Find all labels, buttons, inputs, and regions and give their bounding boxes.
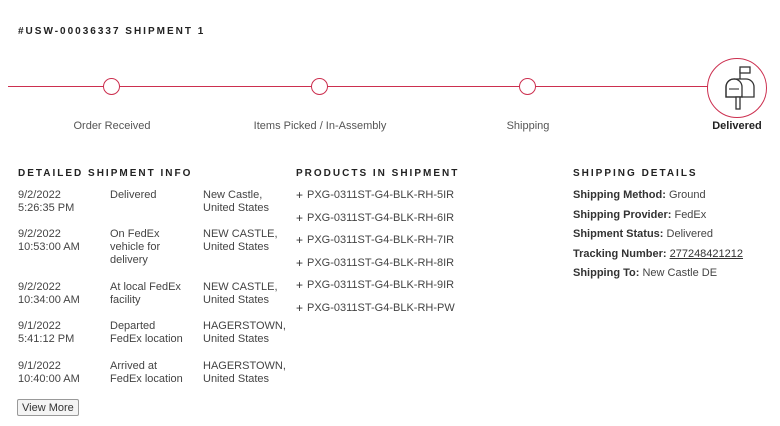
product-item[interactable]: + PXG-0311ST-G4-BLK-RH-5IR	[296, 188, 455, 212]
shipping-to-row: Shipping To: New Castle DE	[573, 267, 743, 287]
shipping-to-value: New Castle DE	[642, 267, 718, 280]
product-item[interactable]: + PXG-0311ST-G4-BLK-RH-6IR	[296, 211, 455, 235]
shipping-method-value: Ground	[668, 189, 706, 201]
event-date: 9/1/2022	[18, 360, 61, 372]
product-sku: PXG-0311ST-G4-BLK-RH-8IR	[307, 256, 455, 269]
shipment-events-list: 9/2/2022 5:26:35 PM Delivered New Castle,…	[18, 189, 293, 394]
shipping-provider-row: Shipping Provider: FedEx	[573, 209, 743, 229]
view-more-button[interactable]: View More	[17, 399, 79, 416]
shipping-method-label: Shipping Method:	[573, 189, 666, 201]
product-item[interactable]: + PXG-0311ST-G4-BLK-RH-9IR	[296, 278, 455, 302]
event-location: NEW CASTLE,	[203, 228, 278, 240]
progress-track-line	[8, 86, 760, 87]
shipment-status-value: Delivered	[666, 228, 713, 241]
event-row: 9/2/2022 5:26:35 PM Delivered New Castle,…	[18, 189, 293, 228]
event-status: Departed	[110, 320, 156, 332]
expand-plus-icon[interactable]: +	[296, 256, 307, 270]
event-status: FedEx location	[110, 373, 183, 385]
event-location: HAGERSTOWN,	[203, 360, 286, 372]
shipment-status-label: Shipment Status:	[573, 228, 664, 241]
expand-plus-icon[interactable]: +	[296, 188, 307, 202]
event-status: Delivered	[110, 189, 157, 201]
event-status: Arrived at	[110, 360, 158, 372]
step-dot-items-picked	[311, 78, 328, 95]
event-country: United States	[203, 294, 270, 306]
event-status: At local FedEx	[110, 281, 181, 293]
event-status: vehicle for	[110, 241, 161, 253]
event-time: 10:53:00 AM	[18, 241, 80, 253]
event-status: FedEx location	[110, 333, 183, 345]
expand-plus-icon[interactable]: +	[296, 278, 307, 292]
event-date: 9/2/2022	[18, 189, 61, 201]
event-date: 9/2/2022	[18, 281, 61, 293]
products-heading: PRODUCTS IN SHIPMENT	[296, 168, 460, 179]
product-sku: PXG-0311ST-G4-BLK-RH-5IR	[307, 189, 455, 201]
event-location: New Castle,	[203, 189, 263, 201]
step-delivered-badge	[707, 58, 767, 118]
step-dot-order-received	[103, 78, 120, 95]
shipping-provider-value: FedEx	[674, 208, 707, 221]
shipping-provider-label: Shipping Provider:	[573, 208, 672, 221]
expand-plus-icon[interactable]: +	[296, 301, 307, 315]
step-dot-shipping	[519, 78, 536, 95]
event-date: 9/2/2022	[18, 228, 61, 240]
event-status: On FedEx	[110, 228, 160, 240]
event-time: 5:41:12 PM	[18, 333, 75, 345]
event-row: 9/2/2022 10:34:00 AM At local FedEx facili…	[18, 281, 293, 320]
event-country: United States	[203, 241, 270, 253]
event-row: 9/2/2022 10:53:00 AM On FedEx vehicle for d…	[18, 228, 293, 281]
shipping-details-list: Shipping Method: Ground Shipping Provide…	[573, 189, 743, 287]
product-sku: PXG-0311ST-G4-BLK-RH-PW	[307, 301, 455, 314]
detailed-info-heading: DETAILED SHIPMENT INFO	[18, 168, 193, 179]
expand-plus-icon[interactable]: +	[296, 211, 307, 225]
step-label-items-picked: Items Picked / In-Assembly	[253, 120, 387, 132]
product-sku: PXG-0311ST-G4-BLK-RH-7IR	[307, 234, 455, 247]
event-country: United States	[203, 373, 270, 385]
event-time: 10:34:00 AM	[18, 294, 80, 306]
event-time: 10:40:00 AM	[18, 373, 80, 385]
event-location: NEW CASTLE,	[203, 281, 278, 293]
products-list: + PXG-0311ST-G4-BLK-RH-5IR + PXG-0311ST-G4…	[296, 188, 455, 325]
event-status: facility	[110, 294, 141, 306]
mailbox-icon	[725, 66, 755, 110]
event-row: 9/1/2022 10:40:00 AM Arrived at FedEx loca…	[18, 360, 293, 394]
step-label-order-received: Order Received	[73, 120, 151, 132]
event-country: United States	[203, 333, 270, 345]
tracking-number-label: Tracking Number:	[573, 247, 667, 260]
shipping-details-heading: SHIPPING DETAILS	[573, 168, 698, 179]
event-location: HAGERSTOWN,	[203, 320, 286, 332]
tracking-number-row: Tracking Number: 277248421212	[573, 248, 743, 268]
event-row: 9/1/2022 5:41:12 PM Departed FedEx locatio…	[18, 320, 293, 360]
shipment-status-row: Shipment Status: Delivered	[573, 228, 743, 248]
event-time: 5:26:35 PM	[18, 202, 75, 214]
step-label-delivered: Delivered	[712, 120, 762, 132]
shipping-to-label: Shipping To:	[573, 267, 640, 280]
product-sku: PXG-0311ST-G4-BLK-RH-6IR	[307, 211, 455, 224]
product-item[interactable]: + PXG-0311ST-G4-BLK-RH-PW	[296, 301, 455, 325]
product-item[interactable]: + PXG-0311ST-G4-BLK-RH-7IR	[296, 233, 455, 257]
step-label-shipping: Shipping	[506, 120, 550, 132]
event-date: 9/1/2022	[18, 320, 61, 332]
shipping-method-row: Shipping Method: Ground	[573, 189, 743, 209]
expand-plus-icon[interactable]: +	[296, 233, 307, 247]
product-sku: PXG-0311ST-G4-BLK-RH-9IR	[307, 279, 455, 292]
tracking-number-link[interactable]: 277248421212	[670, 248, 743, 260]
product-item[interactable]: + PXG-0311ST-G4-BLK-RH-8IR	[296, 256, 455, 280]
event-status: delivery	[110, 254, 148, 266]
shipment-title: #USW-00036337 SHIPMENT 1	[18, 26, 206, 37]
event-country: United States	[203, 202, 270, 214]
